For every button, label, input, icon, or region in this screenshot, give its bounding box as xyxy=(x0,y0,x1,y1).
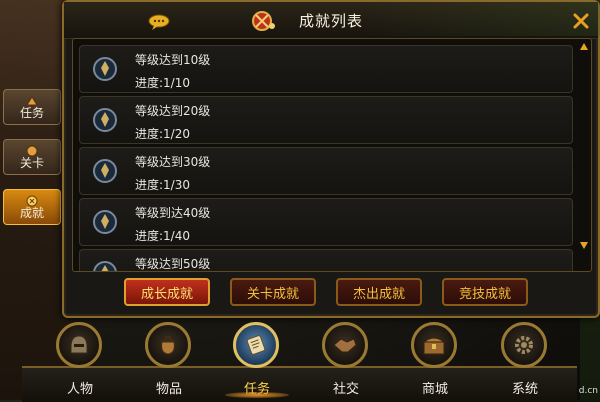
helmet-icon xyxy=(70,335,88,354)
side-tab-achievement[interactable]: 成就 xyxy=(3,189,61,225)
nav-label: 商城 xyxy=(421,382,448,397)
nav-orb xyxy=(145,322,191,368)
side-tab-label: 成就 xyxy=(19,205,44,220)
side-tab-label: 关卡 xyxy=(19,155,44,170)
chat-icon[interactable] xyxy=(148,14,172,30)
tab-growth-achievement[interactable]: 成长成就 xyxy=(124,278,210,306)
close-icon xyxy=(573,13,589,29)
dialog-header: 成就列表 xyxy=(64,2,600,39)
nav-orb xyxy=(411,322,457,368)
scroll-up-arrow-icon[interactable] xyxy=(580,43,588,50)
nav-orb xyxy=(56,322,102,368)
side-tab-label: 任务 xyxy=(19,105,44,120)
nav-orb xyxy=(233,322,279,368)
achievement-icon xyxy=(26,195,38,206)
bag-icon xyxy=(161,336,175,355)
scroll-down-arrow-icon[interactable] xyxy=(580,242,588,249)
achievement-row[interactable]: 等级到达40级 进度:1/40 xyxy=(79,198,573,246)
tab-arena-achievement[interactable]: 竞技成就 xyxy=(442,278,528,306)
badge-icon xyxy=(93,108,117,132)
nav-orb xyxy=(501,322,547,368)
quest-icon xyxy=(26,95,38,105)
achievement-title: 等级到达40级 xyxy=(135,206,211,220)
medal-emblem-icon xyxy=(252,11,275,31)
tab-stage-achievement[interactable]: 关卡成就 xyxy=(230,278,316,306)
nav-system[interactable]: 系统 xyxy=(485,322,565,400)
achievement-title: 等级达到20级 xyxy=(135,104,211,118)
nav-label: 系统 xyxy=(511,382,538,397)
side-tab-quest[interactable]: 任务 xyxy=(3,89,61,125)
handshake-icon xyxy=(333,338,357,353)
close-button[interactable] xyxy=(570,10,592,32)
achievement-row[interactable]: 等级达到50级 xyxy=(79,249,573,271)
achievement-row[interactable]: 等级达到20级 进度:1/20 xyxy=(79,96,573,144)
nav-label: 人物 xyxy=(66,382,93,397)
achievement-progress: 进度:1/40 xyxy=(135,229,190,243)
achievement-title: 等级达到50级 xyxy=(135,257,211,271)
dialog-title: 成就列表 xyxy=(298,12,364,30)
badge-icon xyxy=(93,261,117,271)
badge-icon xyxy=(93,210,117,234)
nav-quest[interactable]: 任务 xyxy=(217,322,297,400)
nav-shop[interactable]: 商城 xyxy=(395,322,475,400)
achievement-progress: 进度:1/20 xyxy=(135,127,190,141)
scroll-icon xyxy=(246,335,266,355)
achievement-title: 等级达到30级 xyxy=(135,155,211,169)
achievement-row[interactable]: 等级达到30级 进度:1/30 xyxy=(79,147,573,195)
nav-character[interactable]: 人物 xyxy=(40,322,120,400)
badge-icon xyxy=(93,57,117,81)
achievement-dialog: 成就列表 等级达到10级 进度:1/10 等级达到20级 进度:1/20 等级达… xyxy=(62,0,600,318)
tab-outstanding-achievement[interactable]: 杰出成就 xyxy=(336,278,422,306)
achievement-title: 等级达到10级 xyxy=(135,53,211,67)
nav-label: 社交 xyxy=(332,382,359,397)
gear-icon xyxy=(515,336,533,354)
active-glow xyxy=(225,392,289,398)
watermark: d.cn xyxy=(578,386,598,396)
achievement-list[interactable]: 等级达到10级 进度:1/10 等级达到20级 进度:1/20 等级达到30级 … xyxy=(72,38,592,272)
badge-icon xyxy=(93,159,117,183)
nav-social[interactable]: 社交 xyxy=(306,322,386,400)
stage-icon xyxy=(26,145,38,156)
achievement-row[interactable]: 等级达到10级 进度:1/10 xyxy=(79,45,573,93)
nav-label: 物品 xyxy=(155,382,182,397)
nav-orb xyxy=(322,322,368,368)
side-tab-stage[interactable]: 关卡 xyxy=(3,139,61,175)
header-decoration xyxy=(364,2,600,36)
achievement-progress: 进度:1/30 xyxy=(135,178,190,192)
achievement-progress: 进度:1/10 xyxy=(135,76,190,90)
nav-items[interactable]: 物品 xyxy=(129,322,209,400)
chest-icon xyxy=(422,337,446,355)
